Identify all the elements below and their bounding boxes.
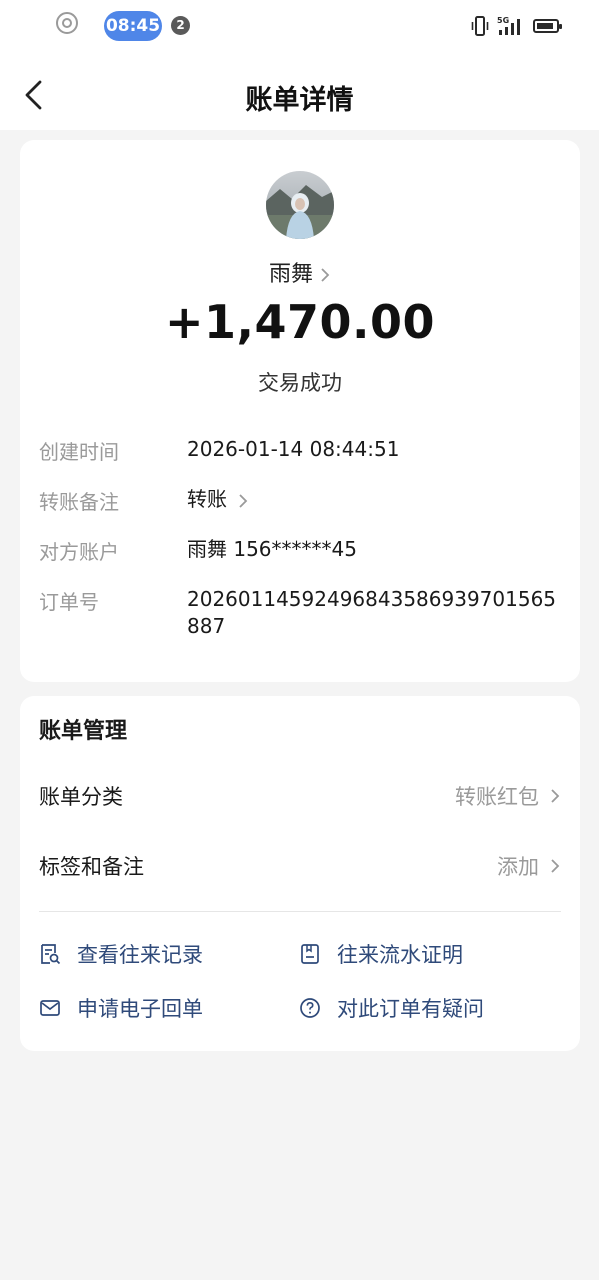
detail-value: 转账 [187, 487, 227, 511]
chevron-right-icon [551, 859, 560, 873]
e-receipt-label: 申请电子回单 [77, 997, 203, 1021]
status-bar: 08:45 2 5G [0, 0, 599, 52]
bill-category-row[interactable]: 账单分类 转账红包 [39, 779, 561, 811]
detail-value: 2026011459249684358693970156588​7 [187, 587, 557, 638]
bill-category-label: 账单分类 [39, 785, 123, 809]
flow-certificate-label: 往来流水证明 [337, 943, 463, 967]
transaction-amount: +1,470.00 [164, 295, 436, 349]
avatar[interactable] [266, 171, 334, 239]
e-receipt-button[interactable]: 申请电子回单 [39, 993, 203, 1023]
certificate-icon [301, 944, 319, 964]
notification-count-badge: 2 [171, 16, 190, 35]
detail-value: 2026-01-14 08:44:51 [187, 437, 400, 461]
battery-icon [533, 19, 562, 33]
flow-certificate-button[interactable]: 往来流水证明 [299, 939, 463, 969]
transaction-status: 交易成功 [258, 371, 342, 395]
signal-5g-icon: 5G [497, 16, 520, 35]
chevron-right-icon [239, 493, 248, 508]
detail-label: 转账备注 [39, 490, 119, 514]
detail-label: 订单号 [39, 590, 99, 614]
detail-label: 创建时间 [39, 440, 119, 464]
vibrate-icon [471, 16, 489, 36]
transaction-card: 雨舞 +1,470.00 交易成功 创建时间 2026-01-14 08:44:… [20, 140, 580, 682]
bill-management-card: 账单管理 账单分类 转账红包 标签和备注 添加 查看往来记录 往来流水证明 申请… [20, 696, 580, 1051]
order-question-label: 对此订单有疑问 [337, 997, 484, 1021]
counterparty-name-link[interactable]: 雨舞 [20, 256, 580, 288]
mail-icon [40, 1000, 60, 1016]
page-title: 账单详情 [245, 85, 354, 116]
tags-notes-value: 添加 [497, 855, 539, 879]
divider [39, 911, 561, 912]
status-time: 08:45 [104, 11, 162, 41]
section-title: 账单管理 [39, 719, 128, 744]
tags-notes-row[interactable]: 标签和备注 添加 [39, 849, 561, 881]
chevron-right-icon [321, 268, 330, 282]
view-records-button[interactable]: 查看往来记录 [39, 939, 203, 969]
counterparty-name: 雨舞 [268, 262, 313, 287]
tags-notes-label: 标签和备注 [39, 855, 144, 879]
detail-value: 雨舞 156******45 [187, 537, 357, 561]
chevron-right-icon [551, 789, 560, 803]
view-records-label: 查看往来记录 [77, 943, 203, 967]
order-question-button[interactable]: 对此订单有疑问 [299, 993, 484, 1023]
question-circle-icon [300, 998, 320, 1018]
record-icon [56, 12, 78, 34]
status-icons: 5G [471, 15, 562, 37]
detail-label: 对方账户 [39, 540, 119, 564]
document-search-icon [41, 944, 61, 965]
svg-text:5G: 5G [497, 16, 509, 25]
bill-category-value: 转账红包 [455, 785, 539, 809]
app-header: 账单详情 [0, 52, 599, 130]
